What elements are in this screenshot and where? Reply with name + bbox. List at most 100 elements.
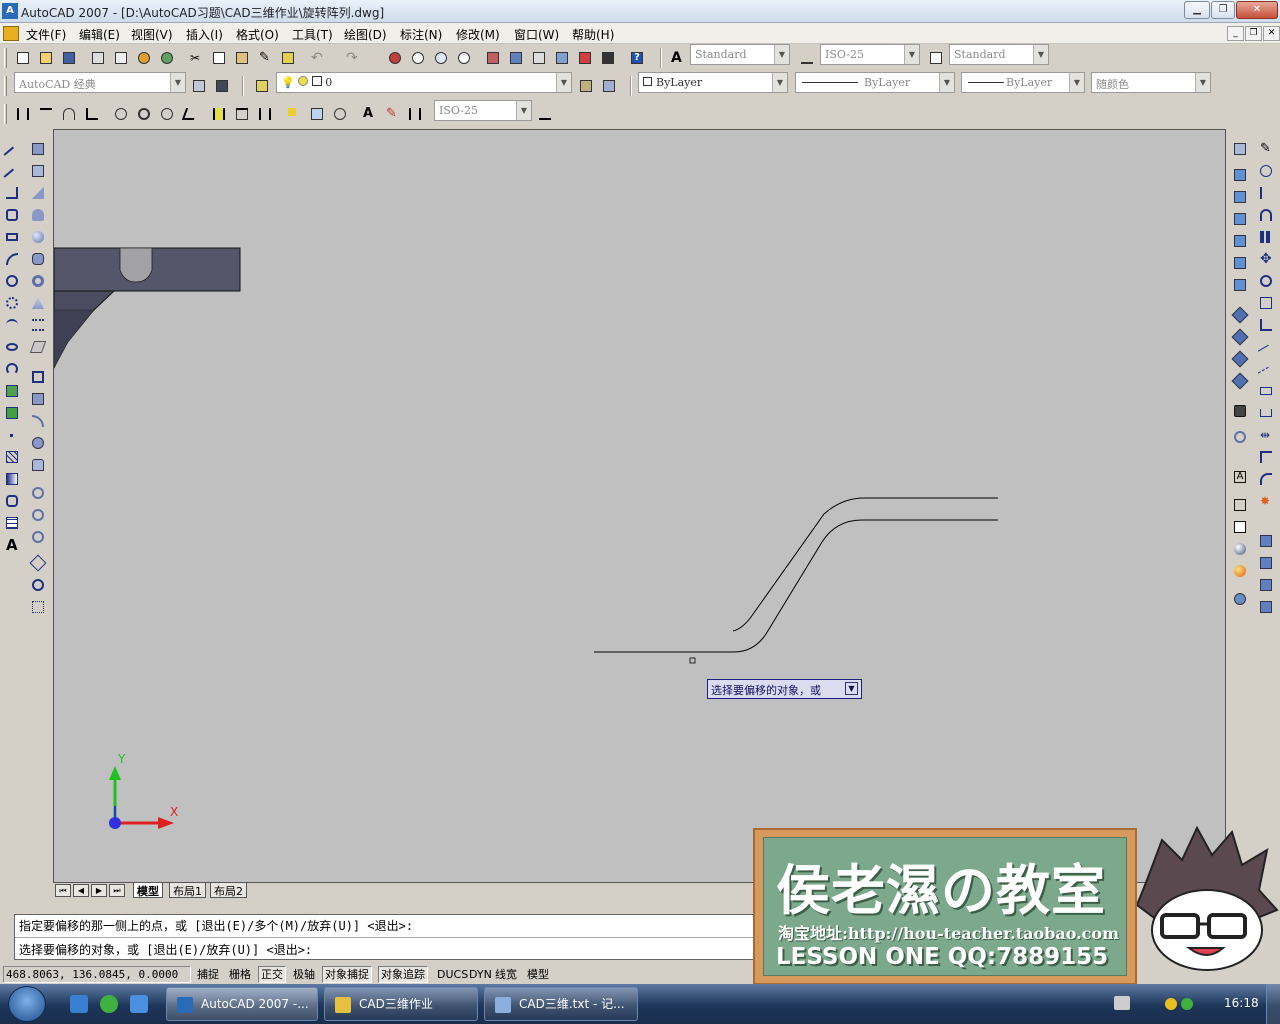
paste-icon[interactable]: [233, 49, 251, 67]
view-icon[interactable]: [1229, 139, 1251, 159]
markup-icon[interactable]: [576, 49, 594, 67]
revolve-icon[interactable]: [27, 433, 49, 453]
3d-rotate-icon[interactable]: [27, 575, 49, 595]
otrack-toggle[interactable]: 对象追踪: [378, 966, 428, 983]
osnap-toggle[interactable]: 对象捕捉: [322, 966, 372, 983]
fillet-icon[interactable]: [1255, 469, 1277, 489]
tab-prev-icon[interactable]: ◀: [73, 884, 89, 897]
sw-iso-icon[interactable]: [1229, 305, 1251, 325]
options-down-icon[interactable]: ▼: [845, 682, 858, 695]
tab-last-icon[interactable]: ⏭: [109, 884, 125, 897]
hidden-icon[interactable]: [1229, 517, 1251, 537]
continue-dim-icon[interactable]: [256, 105, 274, 123]
erase-icon[interactable]: ✎: [1255, 139, 1277, 159]
extrude-icon[interactable]: [27, 367, 49, 387]
diameter-dim-icon[interactable]: [158, 105, 176, 123]
right-view-icon[interactable]: [1229, 231, 1251, 251]
maximize-button[interactable]: ❐: [1211, 1, 1235, 19]
tab-model[interactable]: 模型: [133, 883, 163, 898]
center-mark-icon[interactable]: [331, 105, 349, 123]
construction-line-icon[interactable]: [1, 161, 23, 186]
command-window[interactable]: 指定要偏移的那一侧上的点，或 [退出(E)/多个(M)/放弃(U)] <退出>:…: [14, 914, 754, 960]
3d-solid-part[interactable]: [54, 247, 241, 369]
explode-icon[interactable]: ✸: [1255, 491, 1277, 511]
trim-icon[interactable]: [1255, 337, 1277, 362]
properties-icon[interactable]: [484, 49, 502, 67]
region-icon[interactable]: [1, 491, 23, 511]
stretch-icon[interactable]: [1255, 315, 1277, 335]
plot-style-select[interactable]: 随颜色 ▼: [1091, 72, 1211, 93]
workspace-select[interactable]: AutoCAD 经典 ▼: [14, 72, 186, 93]
3d-align-icon[interactable]: [27, 597, 49, 617]
nw-iso-icon[interactable]: [1229, 371, 1251, 391]
angular-dim-icon[interactable]: [181, 105, 199, 123]
jogged-dim-icon[interactable]: [135, 105, 153, 123]
ellipse-arc-icon[interactable]: [1, 359, 23, 379]
sphere-icon[interactable]: [27, 227, 49, 247]
mirror-icon[interactable]: [1255, 183, 1277, 203]
bottom-view-icon[interactable]: [1229, 187, 1251, 207]
snap-toggle[interactable]: 捕捉: [194, 966, 222, 983]
dim-style-select-2[interactable]: ISO-25 ▼: [434, 100, 532, 121]
point-icon[interactable]: [1, 425, 23, 445]
color-select[interactable]: ByLayer ▼: [638, 72, 788, 93]
polysolid-icon[interactable]: [27, 139, 49, 159]
drawing-area[interactable]: Y X: [53, 129, 1226, 883]
copy-object-icon[interactable]: [1255, 161, 1277, 181]
menu-file[interactable]: 文件(F): [26, 26, 66, 43]
design-center-icon[interactable]: [507, 49, 525, 67]
publish-icon[interactable]: [135, 49, 153, 67]
subtract-icon[interactable]: [27, 505, 49, 525]
loft-icon[interactable]: [27, 455, 49, 475]
array-icon[interactable]: [1255, 227, 1277, 247]
show-desktop-button[interactable]: [1266, 984, 1280, 1024]
torus-icon[interactable]: [27, 271, 49, 291]
dim-edit-icon[interactable]: A: [360, 105, 378, 123]
visual-styles-manager-icon[interactable]: [1229, 589, 1251, 609]
keyboard-tray-icon[interactable]: [1114, 996, 1130, 1010]
text-style-icon[interactable]: A: [668, 49, 686, 67]
polyline-icon[interactable]: [1, 183, 23, 203]
se-iso-icon[interactable]: [1229, 327, 1251, 347]
menu-format[interactable]: 格式(O): [236, 26, 279, 43]
3d-dwf-icon[interactable]: [158, 49, 176, 67]
text-style-select[interactable]: Standard ▼: [690, 44, 790, 65]
start-button[interactable]: [8, 986, 46, 1022]
make-block-icon[interactable]: [1, 403, 23, 423]
clock[interactable]: 16:18: [1224, 996, 1259, 1010]
workspace-save-icon[interactable]: [213, 77, 231, 95]
line-icon[interactable]: [1, 139, 23, 164]
ortho-toggle[interactable]: 正交: [258, 966, 286, 983]
gradient-icon[interactable]: [1, 469, 23, 489]
menu-insert[interactable]: 插入(I): [186, 26, 223, 43]
tab-layout2[interactable]: 布局2: [210, 883, 247, 898]
zoom-previous-icon[interactable]: [455, 49, 473, 67]
lineweight-select[interactable]: ByLayer ▼: [961, 72, 1085, 93]
grid-toggle[interactable]: 栅格: [226, 966, 254, 983]
zoom-realtime-icon[interactable]: [409, 49, 427, 67]
intersect-icon[interactable]: [27, 527, 49, 547]
coordinates-display[interactable]: 468.8063, 136.0845, 0.0000: [3, 966, 191, 983]
left-view-icon[interactable]: [1229, 209, 1251, 229]
make-current-layer-icon[interactable]: [577, 77, 595, 95]
task-explorer[interactable]: CAD三维作业: [324, 987, 478, 1021]
front-view-icon[interactable]: [1229, 253, 1251, 273]
tolerance-icon[interactable]: [308, 105, 326, 123]
arc-icon[interactable]: [1, 249, 23, 269]
copy-icon[interactable]: [210, 49, 228, 67]
document-icon[interactable]: [3, 26, 19, 41]
undo-icon[interactable]: ↶: [308, 49, 326, 67]
solid-edit-2-icon[interactable]: [1255, 553, 1277, 573]
chamfer-icon[interactable]: [1255, 447, 1277, 467]
aligned-dim-icon[interactable]: [37, 105, 55, 123]
press-pull-icon[interactable]: [27, 389, 49, 409]
security-tray-icon[interactable]: [1165, 998, 1177, 1010]
quick-leader-icon[interactable]: [285, 105, 303, 123]
3d-move-icon[interactable]: [27, 553, 49, 573]
linetype-select[interactable]: ByLayer ▼: [795, 72, 955, 93]
ellipse-icon[interactable]: [1, 337, 23, 357]
polar-toggle[interactable]: 极轴: [290, 966, 318, 983]
solid-edit-4-icon[interactable]: [1255, 597, 1277, 617]
realistic-icon[interactable]: [1229, 539, 1251, 559]
minimize-button[interactable]: ▁: [1184, 1, 1210, 19]
